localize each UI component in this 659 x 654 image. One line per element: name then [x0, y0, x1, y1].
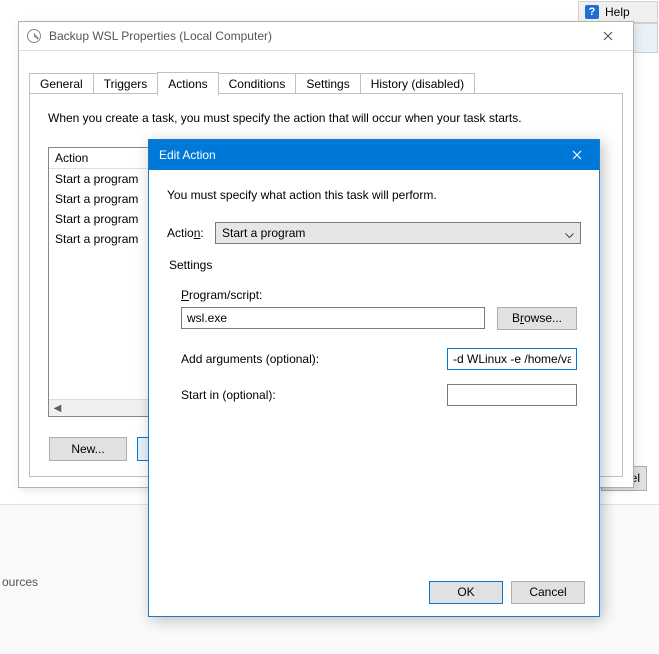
arguments-row: Add arguments (optional):	[181, 348, 577, 370]
close-button[interactable]	[591, 25, 625, 47]
titlebar[interactable]: Backup WSL Properties (Local Computer)	[19, 22, 633, 51]
startin-row: Start in (optional):	[181, 384, 577, 406]
startin-input[interactable]	[447, 384, 577, 406]
close-icon	[572, 150, 582, 160]
action-combobox[interactable]: Start a program	[215, 222, 581, 244]
scroll-left-icon[interactable]: ◀	[49, 400, 66, 416]
dialog-close-button[interactable]	[554, 140, 599, 170]
help-label: Help	[605, 5, 630, 19]
dialog-titlebar[interactable]: Edit Action	[149, 140, 599, 170]
ok-button[interactable]: OK	[429, 581, 503, 604]
close-icon	[603, 31, 613, 41]
help-icon: ?	[585, 5, 599, 19]
settings-groupbox: Program/script: Browse... Add arguments …	[167, 282, 581, 406]
tabstrip-line	[29, 93, 623, 94]
dialog-title: Edit Action	[159, 148, 216, 162]
window-title: Backup WSL Properties (Local Computer)	[49, 29, 272, 43]
dialog-body: You must specify what action this task w…	[149, 170, 599, 616]
dialog-buttons: OK Cancel	[429, 581, 585, 604]
chevron-down-icon	[565, 228, 574, 242]
action-row: Action: Start a program	[167, 222, 581, 244]
cancel-button[interactable]: Cancel	[511, 581, 585, 604]
startin-label: Start in (optional):	[181, 388, 276, 402]
sources-label-fragment: ources	[2, 575, 38, 589]
action-value: Start a program	[222, 226, 305, 240]
program-input[interactable]	[181, 307, 485, 329]
arguments-input[interactable]	[447, 348, 577, 370]
dialog-hint: You must specify what action this task w…	[167, 188, 581, 202]
help-menu-fragment: ? Help	[578, 1, 658, 23]
tab-actions[interactable]: Actions	[157, 72, 218, 96]
arguments-label: Add arguments (optional):	[181, 352, 319, 366]
program-row: Browse...	[181, 307, 577, 330]
edit-action-dialog: Edit Action You must specify what action…	[148, 139, 600, 617]
browse-button[interactable]: Browse...	[497, 307, 577, 330]
program-label: Program/script:	[181, 288, 577, 302]
actions-hint: When you create a task, you must specify…	[48, 111, 522, 125]
action-label: Action:	[167, 226, 215, 240]
settings-groupbox-label: Settings	[169, 258, 581, 272]
clock-icon	[27, 29, 41, 43]
new-button[interactable]: New...	[49, 437, 127, 461]
